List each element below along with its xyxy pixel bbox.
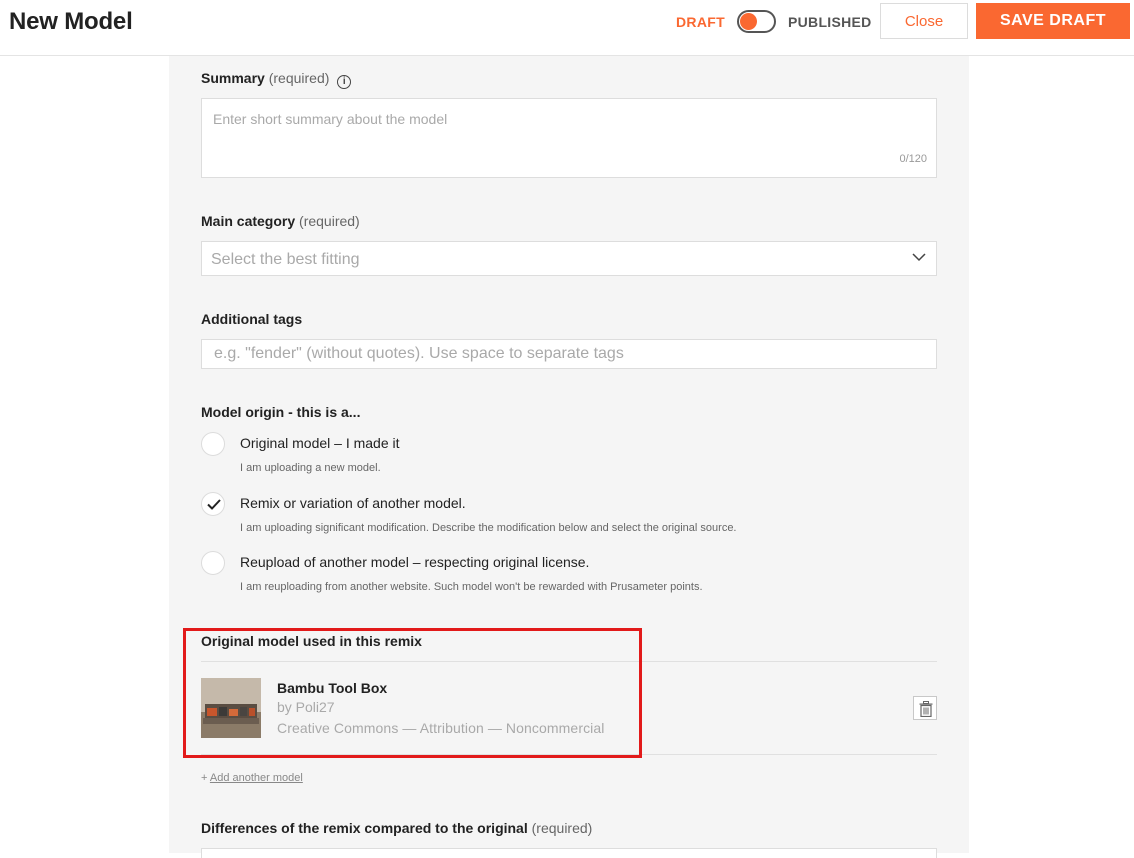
published-label: PUBLISHED (788, 14, 872, 30)
radio-original[interactable] (201, 432, 225, 456)
chevron-down-icon (912, 253, 926, 262)
summary-label: Summary (required) i (201, 70, 352, 89)
summary-input[interactable] (201, 98, 937, 178)
differences-label: Differences of the remix compared to the… (201, 820, 593, 836)
model-name[interactable]: Bambu Tool Box (277, 680, 387, 696)
summary-char-counter: 0/120 (899, 153, 927, 165)
model-license: Creative Commons — Attribution — Noncomm… (277, 720, 605, 736)
trash-icon (919, 701, 933, 717)
top-bar: New Model DRAFT PUBLISHED Close SAVE DRA… (0, 0, 1134, 56)
category-select[interactable]: Select the best fitting (201, 241, 937, 276)
category-placeholder: Select the best fitting (211, 251, 360, 268)
tags-input[interactable] (201, 339, 937, 369)
origin-option-description: I am uploading a new model. (240, 462, 381, 474)
draft-published-toggle[interactable] (737, 10, 776, 33)
add-another-model-link[interactable]: + Add another model (201, 772, 303, 784)
toggle-knob (740, 13, 757, 30)
radio-remix[interactable] (201, 492, 225, 516)
origin-option-description: I am uploading significant modification.… (240, 522, 737, 534)
page-title: New Model (9, 8, 133, 35)
checkmark-icon (207, 499, 221, 510)
model-thumbnail[interactable] (201, 678, 261, 738)
divider (201, 661, 937, 662)
origin-option-title: Original model – I made it (240, 435, 400, 451)
draft-label: DRAFT (676, 14, 725, 30)
model-author: by Poli27 (277, 699, 335, 715)
origin-option-description: I am reuploading from another website. S… (240, 581, 703, 593)
remove-model-button[interactable] (913, 696, 937, 720)
origin-option-title: Remix or variation of another model. (240, 495, 466, 511)
category-label: Main category (required) (201, 213, 360, 229)
origin-option-title: Reupload of another model – respecting o… (240, 554, 590, 570)
info-icon[interactable]: i (337, 75, 352, 89)
save-draft-button[interactable]: SAVE DRAFT (976, 3, 1130, 39)
close-button[interactable]: Close (880, 3, 968, 39)
radio-reupload[interactable] (201, 551, 225, 575)
divider (201, 754, 937, 755)
remix-source-label: Original model used in this remix (201, 633, 422, 649)
model-thumbnail-image (201, 678, 261, 738)
tags-label: Additional tags (201, 311, 303, 327)
origin-label: Model origin - this is a... (201, 404, 361, 420)
differences-input[interactable] (201, 848, 937, 858)
